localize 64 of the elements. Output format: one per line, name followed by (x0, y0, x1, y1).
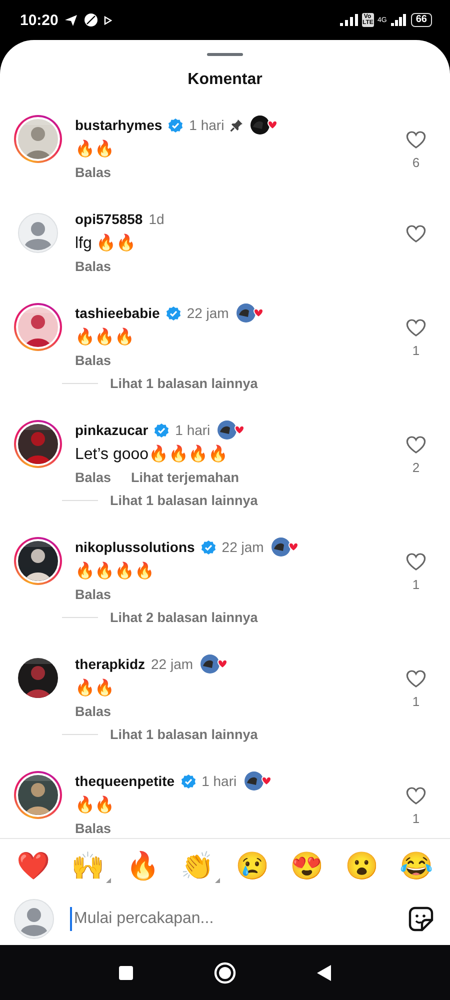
comment-text: 🔥🔥 (75, 678, 116, 699)
heart-icon[interactable] (406, 319, 426, 337)
comment-text: Let’s gooo🔥🔥🔥🔥 (75, 444, 230, 465)
heart-icon[interactable] (406, 553, 426, 571)
like-count: 1 (412, 343, 420, 358)
comment-time: 22 jam (222, 539, 264, 555)
username[interactable]: nikoplussolutions (75, 539, 195, 555)
view-replies-link[interactable]: Lihat 2 balasan lainnya (110, 610, 258, 625)
username[interactable]: bustarhymes (75, 117, 162, 133)
reply-link[interactable]: Balas (75, 353, 112, 368)
reply-link[interactable]: Balas (75, 821, 112, 836)
username[interactable]: pinkazucar (75, 422, 148, 438)
comment-time: 1 hari (202, 773, 237, 789)
signal-icon (390, 14, 407, 26)
reply-link[interactable]: Balas (75, 704, 112, 719)
like-count: 2 (412, 460, 420, 475)
back-icon[interactable] (316, 964, 332, 982)
username[interactable]: tashieebabie (75, 305, 160, 321)
emoji-reaction-button[interactable]: 🔥 (124, 849, 162, 883)
comment-text: 🔥🔥🔥🔥 (75, 560, 156, 582)
emoji-reaction-button[interactable]: ❤ (14, 849, 52, 883)
recents-icon[interactable] (118, 964, 134, 980)
like-count: 1 (412, 811, 420, 826)
comment-text: 🔥🔥🔥 (75, 326, 136, 348)
reply-link[interactable]: Balas (75, 165, 112, 180)
comment-text: lfg 🔥🔥 (75, 232, 138, 254)
send-icon (64, 14, 78, 26)
reply-link[interactable]: Balas (75, 587, 112, 602)
username[interactable]: therapkidz (75, 656, 146, 672)
username[interactable]: thequeenpetite (75, 773, 175, 789)
status-time: 10:20 (20, 12, 58, 28)
default-avatar-icon[interactable] (18, 213, 58, 253)
like-count: 6 (412, 155, 420, 170)
heart-icon[interactable] (406, 670, 426, 688)
home-icon[interactable] (214, 962, 236, 984)
comment-time: 1 hari (175, 422, 210, 438)
comment-input-field[interactable]: Mulai percakapan... (70, 907, 408, 931)
play-icon (104, 16, 112, 24)
translate-link[interactable]: Lihat terjemahan (131, 470, 240, 485)
view-replies-link[interactable]: Lihat 1 balasan lainnya (110, 376, 258, 391)
view-replies-link[interactable]: Lihat 1 balasan lainnya (110, 493, 258, 508)
comment-time: 1 hari (189, 117, 224, 133)
comment-time: 1d (148, 211, 164, 227)
blocked-circle-icon (84, 13, 98, 27)
reply-link[interactable]: Balas (75, 470, 112, 485)
battery-icon: 66 (410, 13, 432, 27)
sticker-icon[interactable] (408, 906, 434, 932)
like-count: 1 (412, 694, 420, 709)
comment-text: 🔥🔥 (75, 138, 116, 160)
heart-icon[interactable] (406, 225, 426, 243)
default-avatar-icon (14, 899, 54, 939)
view-replies-link[interactable]: Lihat 1 balasan lainnya (110, 727, 258, 742)
reply-link[interactable]: Balas (75, 259, 112, 274)
username[interactable]: opi575858 (75, 211, 143, 227)
sheet-title: Komentar (186, 71, 264, 90)
like-count: 1 (412, 577, 420, 592)
heart-icon[interactable] (406, 131, 426, 149)
signal-icon (340, 14, 358, 26)
comment-time: 22 jam (151, 656, 194, 672)
heart-icon[interactable] (406, 436, 426, 454)
drag-handle[interactable] (207, 53, 243, 56)
comment-text: 🔥🔥 (75, 794, 116, 816)
heart-icon[interactable] (406, 787, 426, 805)
comment-time: 22 jam (186, 305, 229, 321)
